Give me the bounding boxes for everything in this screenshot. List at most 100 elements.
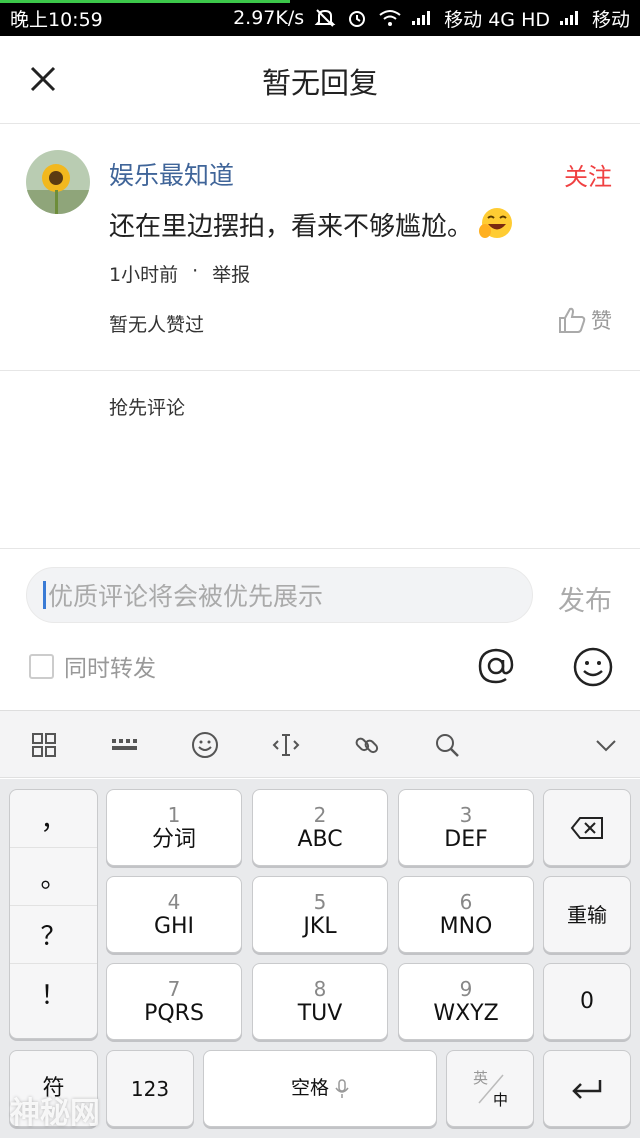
key-number: 4 [167, 889, 181, 914]
mention-icon[interactable] [476, 646, 516, 686]
zero-key[interactable]: 0 [543, 963, 631, 1040]
apps-grid-icon[interactable] [30, 731, 58, 759]
key-label: ABC [297, 826, 343, 852]
key-3[interactable]: 3 DEF [398, 789, 534, 866]
page-title: 暂无回复 [261, 66, 378, 100]
comment-text: 还在里边摆拍，看来不够尴尬。 [109, 205, 515, 243]
meta-separator: · [192, 260, 199, 282]
key-number: 2 [313, 802, 327, 827]
key-number: 9 [459, 976, 473, 1001]
key-label: 空格 [290, 1077, 329, 1099]
key-number: 1 [167, 802, 181, 827]
key-8[interactable]: 8 TUV [252, 963, 388, 1040]
key-label: DEF [444, 826, 488, 852]
mute-icon [314, 9, 336, 27]
key-2[interactable]: 2 ABC [252, 789, 388, 866]
lang-top-label: 英 [473, 1069, 489, 1087]
microphone-icon [335, 1078, 349, 1098]
search-icon[interactable] [433, 731, 461, 759]
comment-time: 1小时前 [109, 264, 179, 286]
keyboard-toolbar [0, 710, 640, 778]
enter-icon [572, 1079, 602, 1099]
backspace-icon [570, 816, 603, 839]
language-switch-key[interactable]: 英 中 [446, 1050, 534, 1127]
text-caret [43, 581, 46, 609]
key-label: WXYZ [433, 1000, 499, 1026]
punct-key-question[interactable]: ？ [10, 906, 97, 964]
status-time: 晚上10:59 [10, 8, 103, 31]
key-number: 3 [459, 802, 473, 827]
emoji-icon[interactable] [572, 646, 614, 688]
publish-button[interactable]: 发布 [558, 579, 612, 618]
wifi-icon [379, 10, 401, 26]
like-button[interactable]: 赞 [557, 305, 612, 335]
comment-body: 还在里边摆拍，看来不够尴尬。 [109, 211, 474, 242]
backspace-key[interactable] [543, 789, 631, 866]
key-7[interactable]: 7 PQRS [106, 963, 242, 1040]
thumbs-up-icon [559, 307, 586, 333]
language-switch-icon [478, 1074, 504, 1104]
key-label: 0 [580, 988, 594, 1014]
report-link[interactable]: 举报 [212, 260, 250, 287]
punctuation-column: ， 。 ？ ！ [9, 789, 98, 1039]
input-placeholder: 优质评论将会被优先展示 [48, 582, 324, 611]
carrier-2: 移动 [591, 8, 630, 31]
like-label: 赞 [591, 309, 612, 333]
comment-composer: 优质评论将会被优先展示 发布 同时转发 [0, 548, 640, 710]
signal-icon [412, 11, 434, 25]
comment-meta: 1小时前 · 举报 [109, 260, 250, 287]
key-label: PQRS [144, 1000, 204, 1026]
key-5[interactable]: 5 JKL [252, 876, 388, 953]
follow-button[interactable]: 关注 [564, 157, 612, 192]
punct-key-comma[interactable]: ， [10, 790, 97, 848]
key-label: 123 [130, 1076, 170, 1101]
status-progress [0, 0, 290, 3]
chevron-down-icon[interactable] [592, 731, 620, 759]
punct-key-period[interactable]: 。 [10, 848, 97, 906]
emoji-keyboard-icon[interactable] [191, 731, 219, 759]
space-key[interactable]: 空格 [203, 1050, 437, 1127]
net-speed: 2.97K/s [233, 7, 305, 29]
username-link[interactable]: 娱乐最知道 [109, 156, 234, 192]
repost-label: 同时转发 [64, 656, 156, 682]
key-label: 重输 [567, 902, 607, 927]
key-number: 5 [313, 889, 327, 914]
likes-summary: 暂无人赞过 [109, 314, 205, 336]
key-label: JKL [303, 913, 337, 939]
key-label: 分词 [151, 826, 196, 852]
key-label: GHI [153, 913, 195, 939]
key-label: MNO [439, 913, 493, 939]
key-9[interactable]: 9 WXYZ [398, 963, 534, 1040]
status-right: 2.97K/s 移动 4G HD 移动 [233, 5, 630, 32]
repost-toggle[interactable]: 同时转发 [29, 649, 156, 683]
header: 暂无回复 [0, 36, 640, 124]
comment-input[interactable]: 优质评论将会被优先展示 [26, 567, 533, 623]
screen: 晚上10:59 2.97K/s 移动 4G HD 移动 暂无回复 娱乐最知道 关… [0, 0, 640, 1138]
key-1[interactable]: 1 分词 [106, 789, 242, 866]
keyboard-layout-icon[interactable] [110, 731, 138, 759]
enter-key[interactable] [543, 1050, 631, 1127]
key-number: 8 [313, 976, 327, 1001]
key-4[interactable]: 4 GHI [106, 876, 242, 953]
punct-key-exclaim[interactable]: ！ [10, 964, 97, 1022]
key-number: 6 [459, 889, 473, 914]
link-icon[interactable] [353, 731, 381, 759]
signal-icon-2 [559, 11, 582, 25]
number-switch-key[interactable]: 123 [106, 1050, 194, 1127]
repost-checkbox[interactable] [29, 653, 54, 679]
key-number: 7 [167, 976, 181, 1001]
status-bar: 晚上10:59 2.97K/s 移动 4G HD 移动 [0, 0, 640, 36]
lang-bottom-label: 中 [493, 1091, 509, 1109]
key-6[interactable]: 6 MNO [398, 876, 534, 953]
keyboard: ， 。 ？ ！ 1 分词 2 ABC 3 DEF 4 GHI 5 JKL 6 M… [0, 779, 640, 1138]
first-comment-prompt: 抢先评论 [109, 397, 186, 419]
key-label: TUV [297, 1000, 343, 1026]
comment-card: 娱乐最知道 关注 还在里边摆拍，看来不够尴尬。 1小时前 · 举报 暂无人赞过 … [0, 125, 640, 371]
avatar[interactable] [26, 150, 90, 214]
carrier-1: 移动 4G HD [444, 8, 550, 31]
cursor-move-icon[interactable] [272, 731, 300, 759]
reenter-key[interactable]: 重输 [543, 876, 631, 953]
watermark: 神秘网 [10, 1096, 100, 1131]
laughing-emoji-icon [479, 208, 513, 238]
alarm-icon [349, 11, 366, 27]
